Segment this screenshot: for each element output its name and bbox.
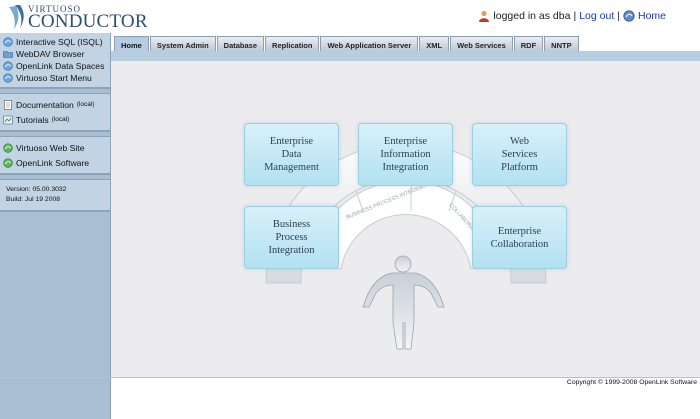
sidebar-item-ods[interactable]: OpenLink Data Spaces: [3, 60, 108, 72]
sidebar-item-label: Virtuoso Web Site: [16, 142, 85, 153]
box-enterprise-collaboration[interactable]: Enterprise Collaboration: [472, 206, 567, 269]
document-icon: [4, 99, 12, 110]
user-bar: logged in as dba | Log out | Home: [478, 10, 666, 22]
sidebar-version-group: Version: 05.00.3032 Build: Jul 19 2008: [0, 179, 110, 212]
version-text: Version: 05.00.3032: [6, 186, 67, 193]
footer-copyright: Copyright © 1999-2008 OpenLink Software: [566, 379, 697, 386]
sidebar-item-label: OpenLink Software: [16, 157, 90, 168]
sidebar-item-documentation[interactable]: Documentation (local): [3, 97, 108, 112]
globe-icon: [3, 37, 13, 47]
sidebar-item-start-menu[interactable]: Virtuoso Start Menu: [3, 72, 108, 84]
header: VIRTUOSO CONDUCTOR logged in as dba | Lo…: [0, 0, 700, 33]
sidebar-item-label: WebDAV Browser: [16, 49, 85, 59]
box-label: Enterprise Collaboration: [490, 225, 549, 250]
sidebar-docs-group: Documentation (local) Tutorials (local): [0, 93, 110, 132]
separator: |: [617, 10, 620, 22]
swoosh-icon: [9, 5, 24, 29]
sidebar-item-label: Virtuoso Start Menu: [16, 73, 92, 83]
virtuoso-logo[interactable]: VIRTUOSO CONDUCTOR: [6, 3, 148, 32]
box-label: Enterprise Data Management: [264, 136, 319, 173]
globe-icon: [3, 73, 13, 83]
sidebar-item-virtuoso-site[interactable]: Virtuoso Web Site: [3, 140, 108, 155]
conductor-window: VIRTUOSO CONDUCTOR logged in as dba | Lo…: [0, 0, 700, 419]
home-link[interactable]: Home: [638, 10, 666, 22]
version-info: Version: 05.00.3032 Build: Jul 19 2008: [3, 183, 108, 207]
sidebar-item-suffix: (local): [76, 101, 95, 108]
tab-bar: Home System Admin Database Replication W…: [111, 33, 700, 53]
globe-icon: [3, 142, 13, 153]
sidebar-item-label: OpenLink Data Spaces: [16, 61, 105, 71]
logged-in-text: logged in as dba: [493, 10, 571, 22]
sidebar-item-tutorials[interactable]: Tutorials (local): [3, 112, 108, 127]
box-label: Web Services Platform: [501, 136, 538, 173]
home-icon: [623, 10, 635, 22]
sidebar-tools-group: Interactive SQL (ISQL) WebDAV Browser Op…: [0, 33, 110, 89]
person-figure: [362, 255, 445, 350]
architecture-graphic: BUSINESS PROCESS INTEGRATION COLLABORATI…: [265, 142, 547, 350]
box-web-services-platform[interactable]: Web Services Platform: [472, 123, 567, 186]
footer-divider: [0, 377, 700, 378]
box-business-process-integration[interactable]: Business Process Integration: [244, 206, 339, 269]
sidebar-sites-group: Virtuoso Web Site OpenLink Software: [0, 136, 110, 175]
sidebar: Interactive SQL (ISQL) WebDAV Browser Op…: [0, 33, 111, 419]
folder-icon: [3, 51, 13, 58]
box-enterprise-data-management[interactable]: Enterprise Data Management: [244, 123, 339, 186]
globe-icon: [3, 61, 13, 71]
tab-content-strip: [111, 51, 700, 61]
tutorial-icon: [3, 115, 13, 124]
user-icon: [479, 10, 490, 22]
logout-link[interactable]: Log out: [579, 10, 614, 22]
separator: |: [573, 10, 577, 22]
sidebar-item-label: Tutorials: [16, 114, 49, 125]
logo-main-text: CONDUCTOR: [28, 11, 148, 32]
sidebar-item-openlink-site[interactable]: OpenLink Software: [3, 155, 108, 170]
box-enterprise-information-integration[interactable]: Enterprise Information Integration: [358, 123, 453, 186]
sidebar-item-webdav[interactable]: WebDAV Browser: [3, 48, 108, 60]
sidebar-item-suffix: (local): [51, 116, 70, 123]
box-label: Business Process Integration: [268, 219, 315, 256]
main-content: BUSINESS PROCESS INTEGRATION COLLABORATI…: [111, 61, 700, 377]
globe-icon: [3, 157, 13, 168]
sidebar-item-label: Documentation: [16, 99, 74, 110]
sidebar-item-label: Interactive SQL (ISQL): [16, 37, 103, 47]
sidebar-item-isql[interactable]: Interactive SQL (ISQL): [3, 36, 108, 48]
box-label: Enterprise Information Integration: [380, 136, 431, 173]
build-text: Build: Jul 19 2008: [6, 196, 61, 203]
